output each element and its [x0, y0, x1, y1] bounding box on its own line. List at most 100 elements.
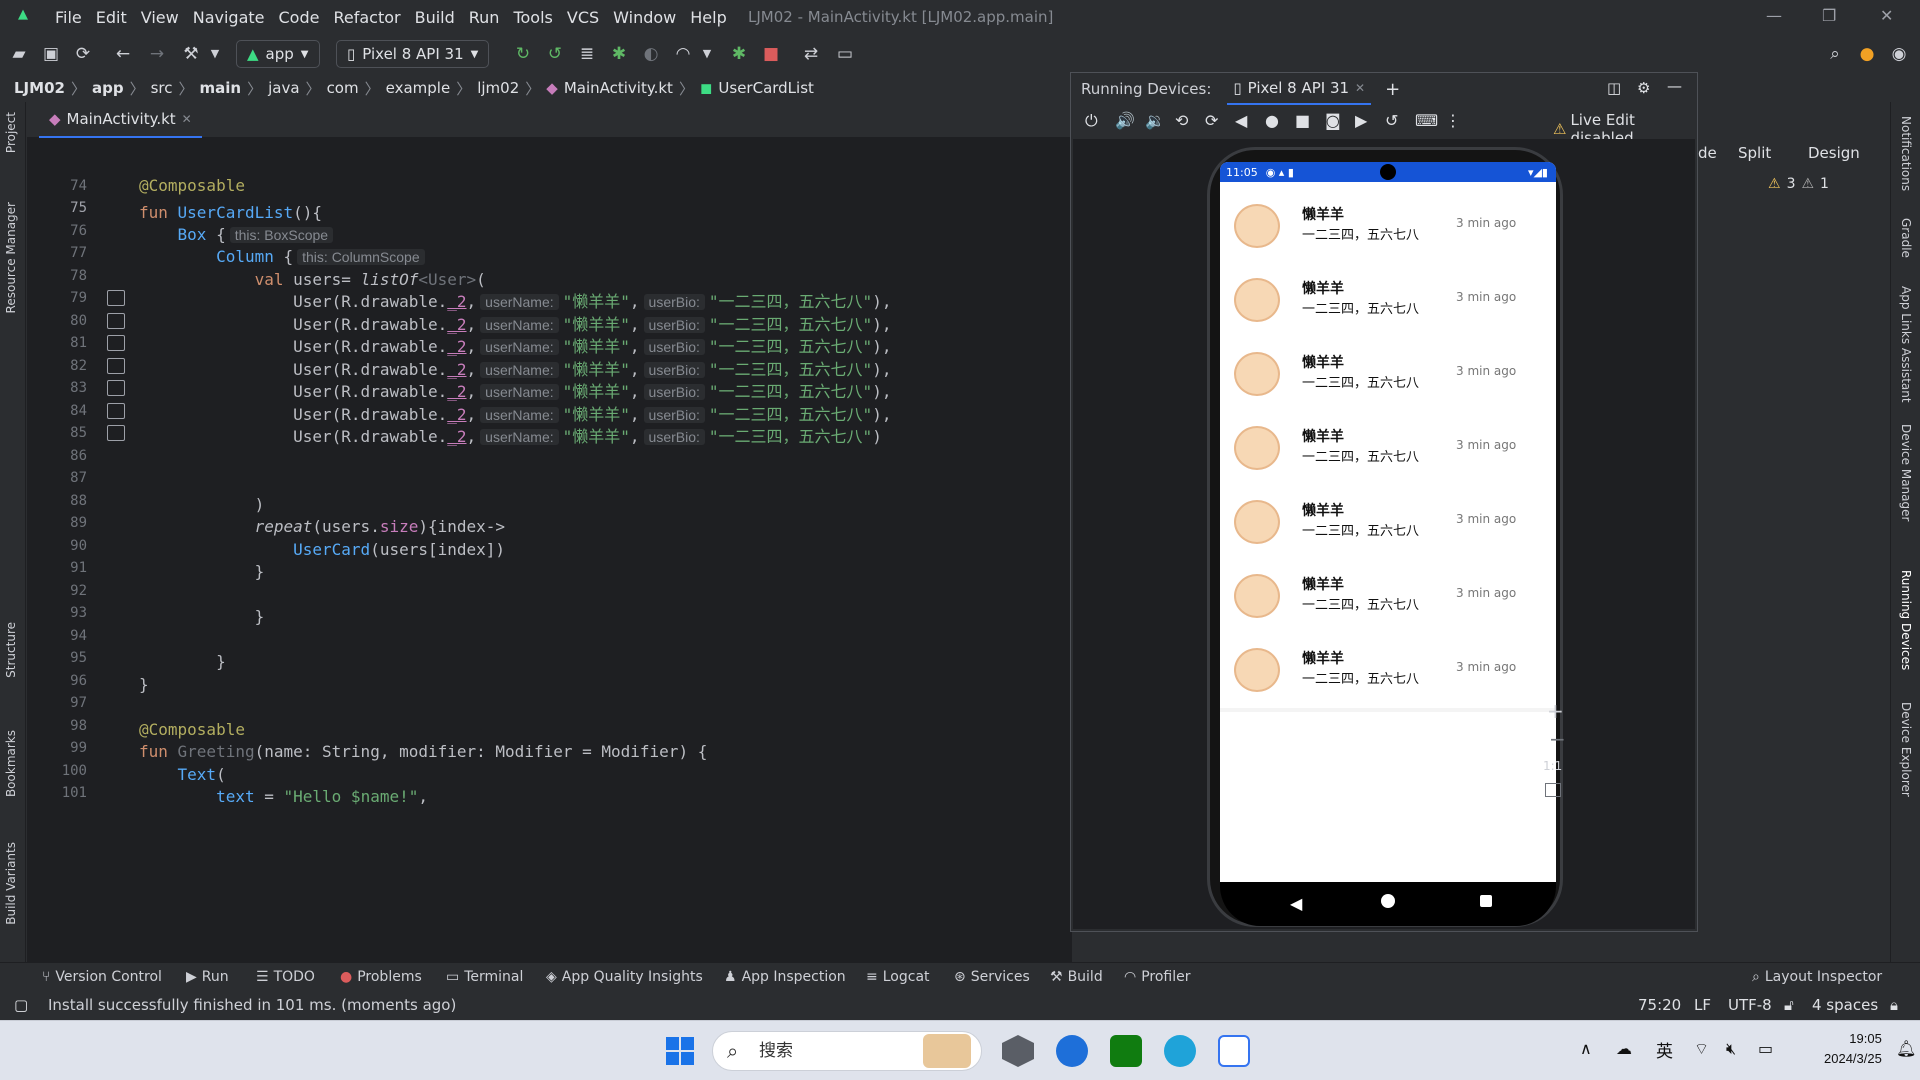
- volume-down-icon[interactable]: 🔉: [1145, 111, 1165, 130]
- screenshot-icon[interactable]: ◙: [1325, 111, 1341, 130]
- status-message[interactable]: Install successfully finished in 101 ms.…: [48, 996, 456, 1014]
- tool-device-manager[interactable]: Device Manager: [1899, 424, 1913, 521]
- image-gutter-icon[interactable]: [107, 403, 125, 419]
- status-toggle-icon[interactable]: ▢: [14, 996, 28, 1014]
- screen-record-icon[interactable]: ▶: [1355, 111, 1367, 130]
- rotate-right-icon[interactable]: ⟳: [1205, 111, 1218, 130]
- tool-app-links[interactable]: App Links Assistant: [1899, 286, 1913, 403]
- code-mode-button[interactable]: de: [1698, 144, 1717, 162]
- taskbar-search-box[interactable]: ⌕ 搜索: [712, 1031, 982, 1071]
- profile-icon[interactable]: ◠: [672, 43, 694, 65]
- close-tab-icon[interactable]: ✕: [182, 112, 192, 126]
- restore-icon[interactable]: ❐: [1822, 6, 1836, 25]
- menu-refactor[interactable]: Refactor: [333, 8, 400, 27]
- menu-help[interactable]: Help: [690, 8, 726, 27]
- tool-app-quality[interactable]: ◈ App Quality Insights: [546, 969, 703, 985]
- power-icon[interactable]: ⏻: [1085, 111, 1098, 131]
- nav-recents-icon[interactable]: [1480, 895, 1492, 907]
- breadcrumb-item[interactable]: LJM02: [14, 79, 65, 97]
- zoom-in-icon[interactable]: +: [1547, 699, 1564, 723]
- breadcrumb-item[interactable]: main: [200, 79, 242, 97]
- inspection-widget[interactable]: ⚠ 3 ⚠ 1: [1768, 176, 1829, 192]
- breadcrumb-item[interactable]: MainActivity.kt: [564, 79, 673, 97]
- volume-up-icon[interactable]: 🔊: [1115, 111, 1135, 130]
- device-manager-icon[interactable]: ▭: [834, 43, 856, 65]
- phone-screen[interactable]: 11:05 ◉ ▴ ▮ ▾◢▮ 懒羊羊 一二三四，五六七八 3 min ago 懒羊羊…: [1220, 162, 1556, 882]
- tool-terminal[interactable]: ▭ Terminal: [446, 969, 523, 985]
- chevron-down-icon[interactable]: ▼: [696, 43, 718, 65]
- device-select[interactable]: ▯ Pixel 8 API 31 ▼: [336, 40, 490, 68]
- home-icon[interactable]: ●: [1265, 111, 1279, 130]
- tool-problems[interactable]: ● Problems: [340, 969, 422, 985]
- split-mode-button[interactable]: Split: [1738, 144, 1771, 162]
- wifi-icon[interactable]: ⌔: [1694, 1039, 1709, 1059]
- tool-notifications[interactable]: Notifications: [1899, 116, 1913, 191]
- image-gutter-icon[interactable]: [107, 335, 125, 351]
- menu-build[interactable]: Build: [415, 8, 455, 27]
- add-device-icon[interactable]: +: [1385, 79, 1400, 100]
- nav-home-icon[interactable]: [1381, 894, 1395, 908]
- apply-changes-icon[interactable]: ↺: [544, 43, 566, 65]
- nav-back-icon[interactable]: ◀: [1290, 894, 1302, 913]
- xbox-icon[interactable]: [1110, 1035, 1142, 1067]
- search-icon[interactable]: ⌕: [1824, 43, 1846, 65]
- device-mirror-icon[interactable]: ⇄: [800, 43, 822, 65]
- menu-vcs[interactable]: VCS: [567, 8, 599, 27]
- tool-layout-inspector[interactable]: ⌕ Layout Inspector: [1752, 969, 1882, 985]
- tool-project[interactable]: Project: [4, 112, 18, 153]
- user-card[interactable]: 懒羊羊 一二三四，五六七八 3 min ago: [1220, 626, 1556, 712]
- tool-app-inspection[interactable]: ♟ App Inspection: [724, 969, 846, 985]
- tool-services[interactable]: ⊛ Services: [954, 969, 1030, 985]
- breadcrumb-item[interactable]: java: [268, 79, 299, 97]
- zoom-out-icon[interactable]: −: [1549, 727, 1566, 751]
- overview-icon[interactable]: ■: [1295, 111, 1310, 130]
- design-mode-button[interactable]: Design: [1808, 144, 1860, 162]
- tool-build[interactable]: ⚒ Build: [1050, 969, 1103, 985]
- breadcrumb-item[interactable]: UserCardList: [718, 79, 814, 97]
- keyboard-icon[interactable]: ⌨: [1415, 111, 1438, 130]
- zoom-actual-button[interactable]: 1:1: [1543, 759, 1562, 773]
- menu-code[interactable]: Code: [279, 8, 320, 27]
- open-folder-icon[interactable]: ▰: [8, 43, 30, 65]
- tool-device-explorer[interactable]: Device Explorer: [1899, 702, 1913, 797]
- coverage-icon[interactable]: ◐: [640, 43, 662, 65]
- cloud-icon[interactable]: ☁: [1616, 1039, 1632, 1058]
- back-icon[interactable]: ←: [112, 43, 134, 65]
- tab-pixel-8[interactable]: ▯ Pixel 8 API 31 ✕: [1227, 73, 1372, 105]
- save-all-icon[interactable]: ▣: [40, 43, 62, 65]
- menu-navigate[interactable]: Navigate: [193, 8, 265, 27]
- menu-run[interactable]: Run: [469, 8, 500, 27]
- tool-version-control[interactable]: ⑂ Version Control: [42, 969, 162, 985]
- tool-structure[interactable]: Structure: [4, 622, 18, 678]
- build-hammer-icon[interactable]: ⚒: [180, 43, 202, 65]
- gear-icon[interactable]: ⚙: [1637, 79, 1650, 97]
- attach-debugger-icon[interactable]: ✱: [728, 43, 750, 65]
- minimize-icon[interactable]: —: [1766, 6, 1782, 25]
- menu-view[interactable]: View: [141, 8, 179, 27]
- system-clock[interactable]: 19:05 2024/3/25: [1824, 1029, 1882, 1069]
- breadcrumb-item[interactable]: app: [92, 79, 124, 97]
- rotate-left-icon[interactable]: ⟲: [1175, 111, 1188, 130]
- debug-icon[interactable]: ✱: [608, 43, 630, 65]
- image-gutter-icon[interactable]: [107, 290, 125, 306]
- android-studio-taskbar-icon[interactable]: [1218, 1035, 1250, 1067]
- breadcrumb-item[interactable]: ljm02: [477, 79, 519, 97]
- notification-bell-icon[interactable]: 🔔︎: [1896, 1039, 1916, 1058]
- tool-logcat[interactable]: ≡ Logcat: [866, 969, 930, 985]
- forward-icon[interactable]: →: [146, 43, 168, 65]
- speaker-muted-icon[interactable]: 🔇︎: [1726, 1039, 1736, 1059]
- back-icon[interactable]: ◀: [1235, 111, 1247, 130]
- run-config-select[interactable]: ▲ app ▼: [236, 40, 320, 68]
- breadcrumb-item[interactable]: com: [327, 79, 359, 97]
- tool-bookmarks[interactable]: Bookmarks: [4, 730, 18, 797]
- layout-toggle-icon[interactable]: ◫: [1607, 79, 1621, 97]
- code-editor[interactable]: 7374757677787980818283848586878889909192…: [27, 170, 1072, 962]
- image-gutter-icon[interactable]: [107, 313, 125, 329]
- app-k-icon[interactable]: [1056, 1035, 1088, 1067]
- tool-build-variants[interactable]: Build Variants: [4, 842, 18, 925]
- indent-setting[interactable]: 4 spaces: [1812, 996, 1878, 1014]
- edge-browser-icon[interactable]: [1164, 1035, 1196, 1067]
- image-gutter-icon[interactable]: [107, 358, 125, 374]
- close-icon[interactable]: ✕: [1880, 6, 1893, 25]
- tool-run[interactable]: ▶ Run: [186, 969, 229, 985]
